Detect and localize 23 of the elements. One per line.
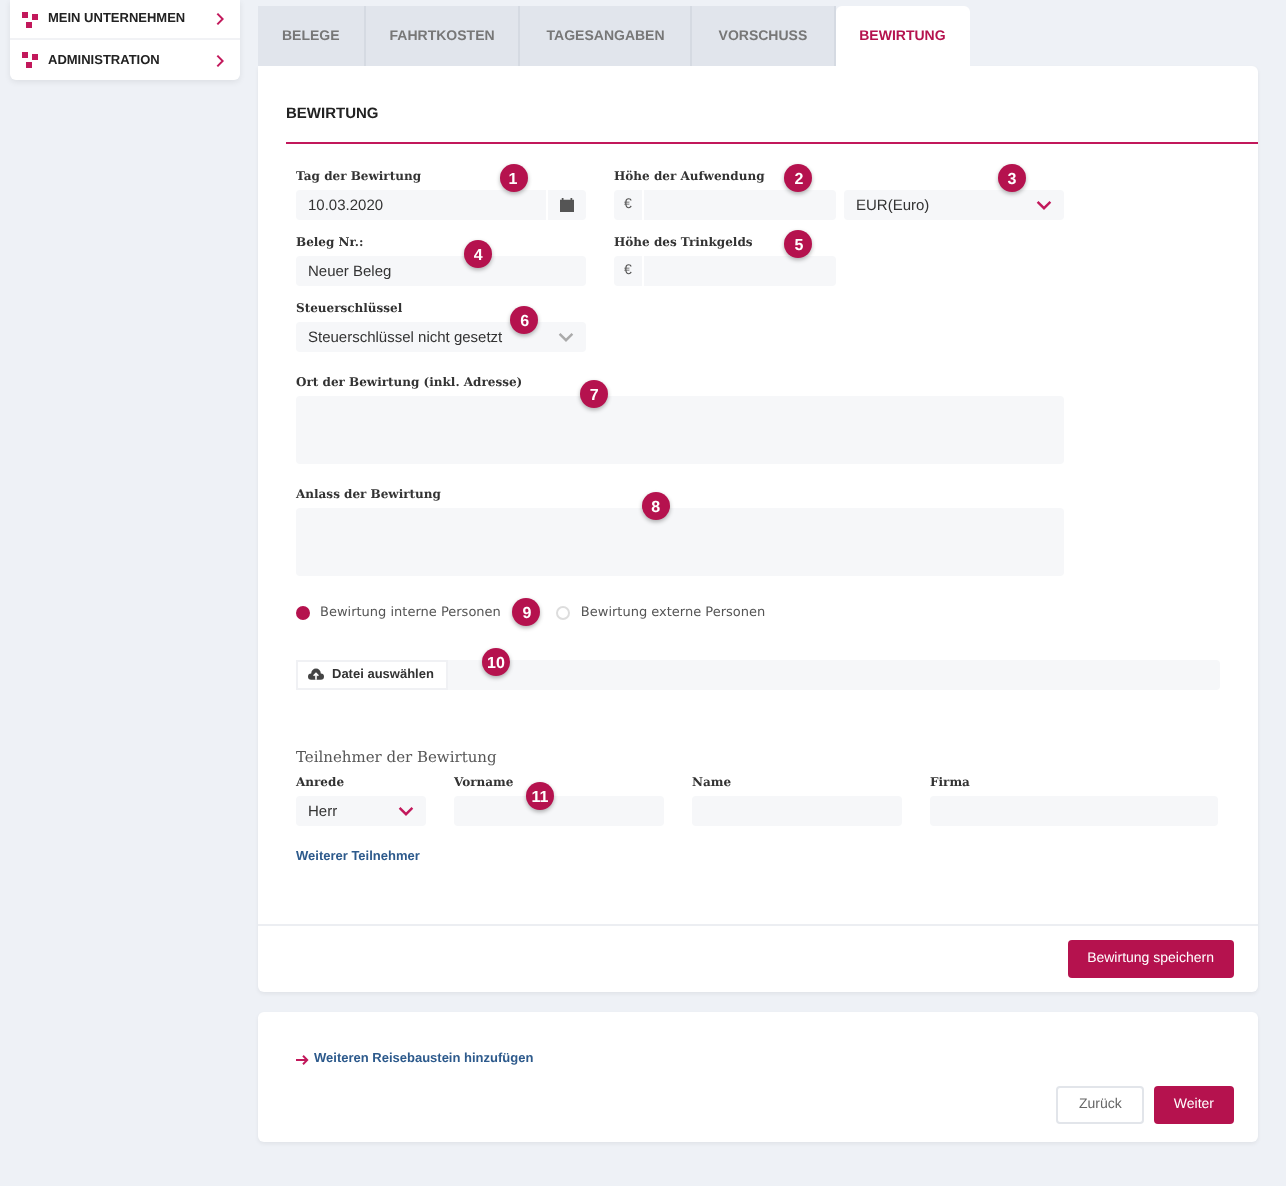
- cloud-upload-icon: [308, 668, 324, 682]
- number-badge: 10: [482, 648, 510, 676]
- nodes-icon: [22, 52, 38, 68]
- chevron-down-icon: [558, 332, 574, 342]
- number-badge: 3: [998, 164, 1026, 192]
- arrow-icon: [296, 1053, 310, 1065]
- number-badge: 2: [784, 164, 813, 192]
- number-badge: 5: [784, 230, 813, 258]
- number-badge: 8: [641, 492, 670, 520]
- chevron-down-icon: [398, 806, 414, 816]
- number-badge: 6: [510, 306, 539, 334]
- number-badge: 7: [580, 380, 609, 408]
- chevron-right-icon: [216, 12, 224, 26]
- text-area[interactable]: [296, 396, 1064, 464]
- number-badge: 4: [464, 240, 493, 268]
- number-badge: 11: [526, 782, 554, 810]
- chevron-right-icon: [216, 53, 224, 67]
- chevron-down-icon: [1036, 200, 1052, 210]
- nodes-icon: [22, 11, 38, 27]
- radio-button[interactable]: [296, 605, 310, 619]
- number-badge: 9: [512, 598, 541, 626]
- calendar-icon: [560, 198, 574, 212]
- number-badge: 1: [499, 164, 527, 192]
